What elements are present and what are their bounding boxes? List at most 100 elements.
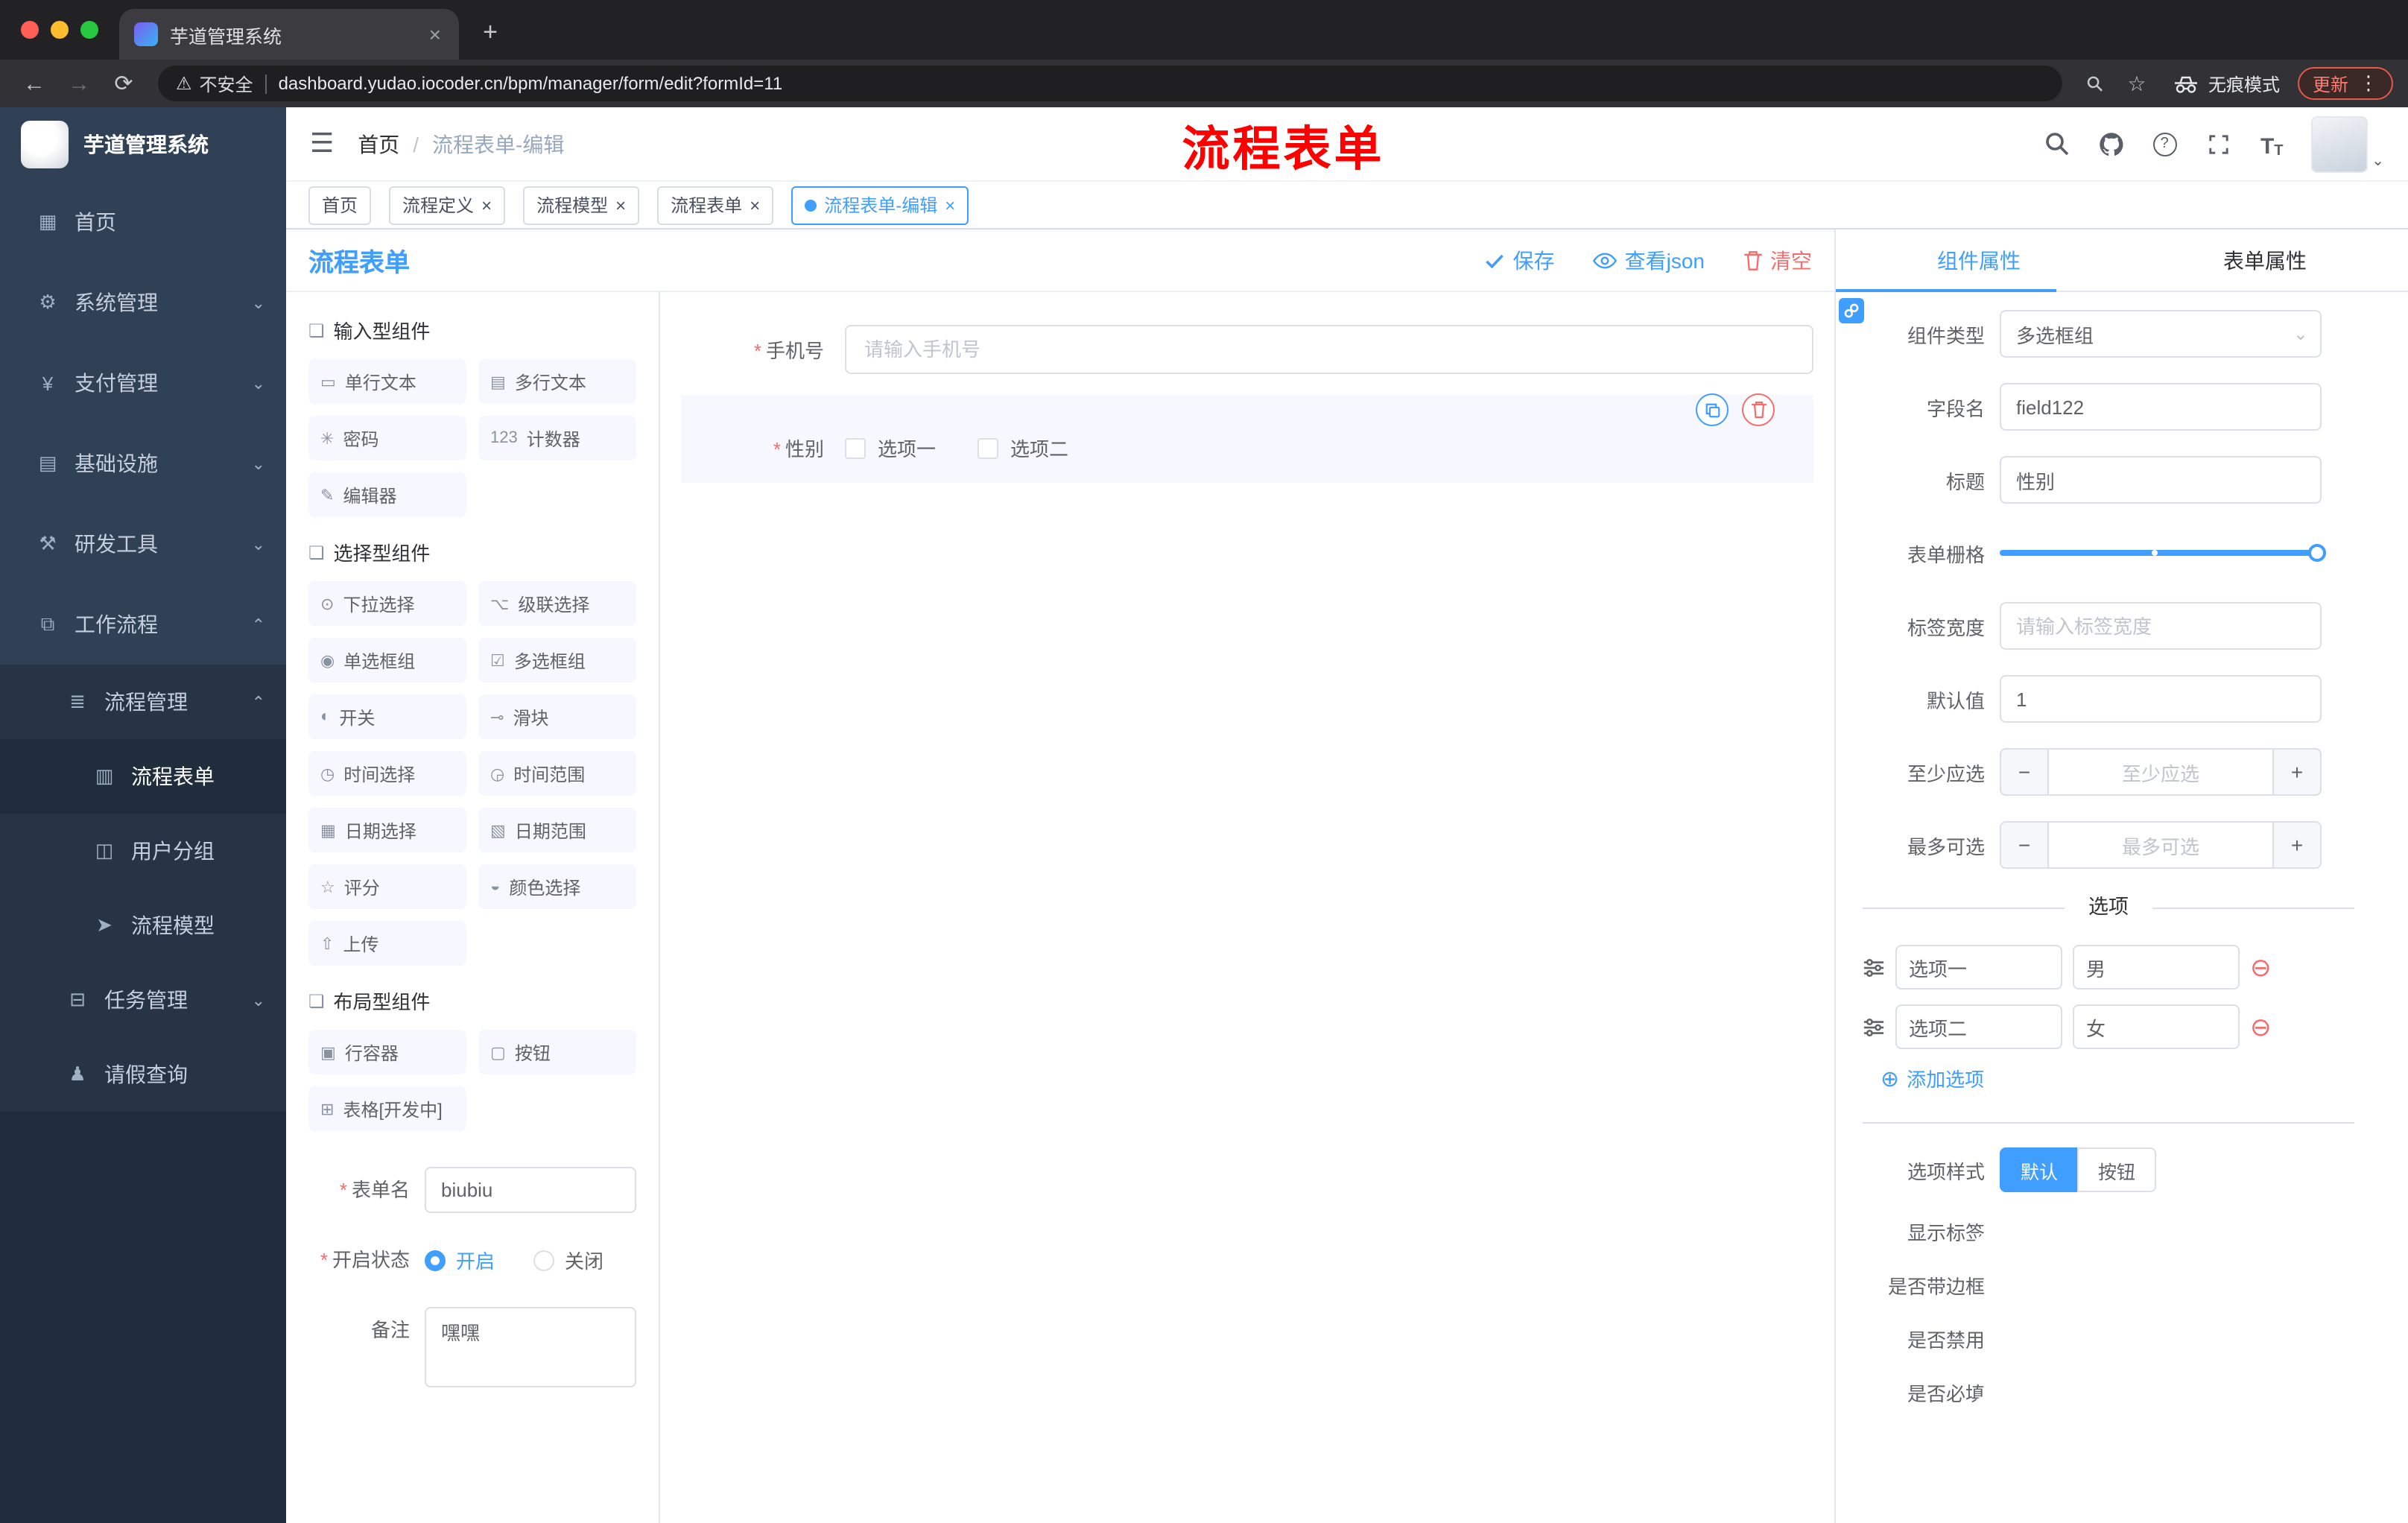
palette-component[interactable]: 123 计数器 [478, 416, 636, 460]
palette-component[interactable]: ▧ 日期范围 [478, 808, 636, 852]
palette-component[interactable]: ☆ 评分 [308, 864, 466, 909]
sidebar-item[interactable]: ▤ 基础设施 ⌄ [0, 423, 286, 504]
search-icon[interactable] [2042, 129, 2072, 159]
sidebar-item[interactable]: ➤ 流程模型 [0, 888, 286, 963]
panel-link-icon[interactable] [1839, 298, 1864, 323]
form-remark-textarea[interactable]: 嘿嘿 [425, 1307, 636, 1387]
palette-component[interactable]: ◒ 颜色选择 [478, 864, 636, 909]
label-width-input[interactable] [2000, 602, 2322, 650]
user-avatar[interactable]: ⌄ [2310, 115, 2384, 172]
forward-button[interactable]: → [60, 71, 98, 96]
remove-option-button[interactable]: ⊖ [2250, 954, 2272, 980]
palette-component[interactable]: ⌥ 级联选择 [478, 581, 636, 626]
palette-component[interactable]: ▦ 日期选择 [308, 808, 466, 852]
breadcrumb-home[interactable]: 首页 [358, 129, 399, 159]
style-default-button[interactable]: 默认 [2000, 1147, 2079, 1192]
option-label-input[interactable] [1895, 945, 2062, 990]
font-size-icon[interactable]: TT [2257, 129, 2287, 159]
form-grid-slider[interactable] [2000, 529, 2326, 577]
github-icon[interactable] [2096, 129, 2126, 159]
browser-tab[interactable]: 芋道管理系统 × [119, 9, 459, 60]
browser-update-button[interactable]: 更新 ⋮ [2297, 67, 2393, 100]
palette-component[interactable]: ▢ 按钮 [478, 1030, 636, 1074]
increase-button[interactable]: + [2272, 823, 2320, 867]
sidebar-item[interactable]: ♟ 请假查询 [0, 1037, 286, 1112]
palette-component[interactable]: ☑ 多选框组 [478, 638, 636, 683]
increase-button[interactable]: + [2272, 750, 2320, 794]
option-label-input[interactable] [1895, 1004, 2062, 1049]
window-close-button[interactable] [21, 21, 39, 39]
sidebar-item[interactable]: ⧉ 工作流程 ⌃ [0, 584, 286, 665]
component-type-select[interactable]: 多选框组 [2000, 310, 2322, 358]
canvas-field-phone[interactable]: * 手机号 [681, 325, 1813, 374]
sidebar-item[interactable]: ▥ 流程表单 [0, 739, 286, 814]
tag-item[interactable]: 流程定义 × [389, 186, 506, 224]
sidebar-item[interactable]: ◫ 用户分组 [0, 814, 286, 888]
status-on-radio[interactable]: 开启 [425, 1246, 495, 1274]
palette-component[interactable]: ⊙ 下拉选择 [308, 581, 466, 626]
browser-menu-kebab-icon[interactable]: ⋮ [2359, 72, 2378, 95]
help-icon[interactable]: ? [2149, 129, 2179, 159]
sidebar-item[interactable]: ⊟ 任务管理 ⌄ [0, 963, 286, 1037]
palette-component[interactable]: ⇧ 上传 [308, 921, 466, 966]
palette-component[interactable]: ✎ 编辑器 [308, 472, 466, 517]
palette-component[interactable]: ▤ 多行文本 [478, 359, 636, 404]
decrease-button[interactable]: − [2001, 823, 2049, 867]
tag-close-icon[interactable]: × [615, 194, 626, 215]
tag-item[interactable]: 流程表单 × [657, 186, 774, 224]
tag-close-icon[interactable]: × [481, 194, 492, 215]
gender-option-1-checkbox[interactable]: 选项一 [845, 434, 936, 462]
palette-component[interactable]: ◶ 时间范围 [478, 751, 636, 796]
palette-component[interactable]: ⊞ 表格[开发中] [308, 1086, 466, 1131]
palette-component[interactable]: ◉ 单选框组 [308, 638, 466, 683]
canvas-field-gender-selected[interactable]: * 性别 选项一 选项二 [681, 393, 1813, 483]
tab-close-icon[interactable]: × [426, 22, 444, 46]
tag-item[interactable]: 首页 × [308, 186, 372, 224]
option-drag-icon[interactable] [1863, 956, 1885, 978]
back-button[interactable]: ← [15, 71, 54, 96]
add-option-button[interactable]: ⊕ 添加选项 [1881, 1064, 2384, 1092]
slider-handle[interactable] [2308, 544, 2326, 562]
status-off-radio[interactable]: 关闭 [533, 1246, 603, 1274]
clear-button[interactable]: 清空 [1743, 245, 1812, 275]
fullscreen-icon[interactable] [2203, 129, 2233, 159]
title-input[interactable] [2000, 456, 2322, 504]
sidebar-item[interactable]: ¥ 支付管理 ⌄ [0, 343, 286, 423]
delete-component-button[interactable] [1742, 393, 1775, 426]
gender-option-2-checkbox[interactable]: 选项二 [978, 434, 1068, 462]
password-key-icon[interactable]: ⚲ [2077, 69, 2113, 97]
palette-component[interactable]: ◷ 时间选择 [308, 751, 466, 796]
option-value-input[interactable] [2073, 945, 2240, 990]
decrease-button[interactable]: − [2001, 750, 2049, 794]
bookmark-star-icon[interactable]: ☆ [2119, 71, 2155, 96]
tab-form-props[interactable]: 表单属性 [2122, 229, 2408, 291]
copy-component-button[interactable] [1696, 393, 1729, 426]
default-value-input[interactable] [2000, 675, 2322, 723]
style-button-button[interactable]: 按钮 [2077, 1147, 2157, 1192]
sidebar-item[interactable]: ▦ 首页 [0, 182, 286, 262]
form-name-input[interactable] [425, 1167, 636, 1213]
palette-component[interactable]: ⊸ 滑块 [478, 694, 636, 739]
tag-close-icon[interactable]: × [945, 194, 955, 215]
remove-option-button[interactable]: ⊖ [2250, 1014, 2272, 1039]
sidebar-item[interactable]: ⚒ 研发工具 ⌄ [0, 504, 286, 584]
option-value-input[interactable] [2073, 1004, 2240, 1049]
palette-component[interactable]: ▭ 单行文本 [308, 359, 466, 404]
save-button[interactable]: 保存 [1485, 245, 1555, 275]
tag-item[interactable]: 流程表单-编辑 × [791, 186, 969, 224]
reload-button[interactable]: ⟳ [104, 70, 143, 97]
palette-component[interactable]: ✳ 密码 [308, 416, 466, 460]
window-minimize-button[interactable] [51, 21, 69, 39]
tag-close-icon[interactable]: × [750, 194, 760, 215]
option-drag-icon[interactable] [1863, 1016, 1885, 1038]
min-select-value[interactable]: 至少应选 [2049, 750, 2272, 794]
address-bar[interactable]: ⚠ 不安全 dashboard.yudao.iocoder.cn/bpm/man… [158, 66, 2062, 101]
max-select-value[interactable]: 最多可选 [2049, 823, 2272, 867]
palette-component[interactable]: ▣ 行容器 [308, 1030, 466, 1074]
slider-track[interactable] [2000, 544, 2326, 562]
sidebar-item[interactable]: ≣ 流程管理 ⌃ [0, 665, 286, 739]
view-json-button[interactable]: 查看json [1593, 245, 1705, 275]
sidebar-item[interactable]: ⚙ 系统管理 ⌄ [0, 262, 286, 343]
new-tab-button[interactable]: + [471, 13, 510, 52]
hamburger-menu-icon[interactable]: ☰ [310, 128, 334, 159]
